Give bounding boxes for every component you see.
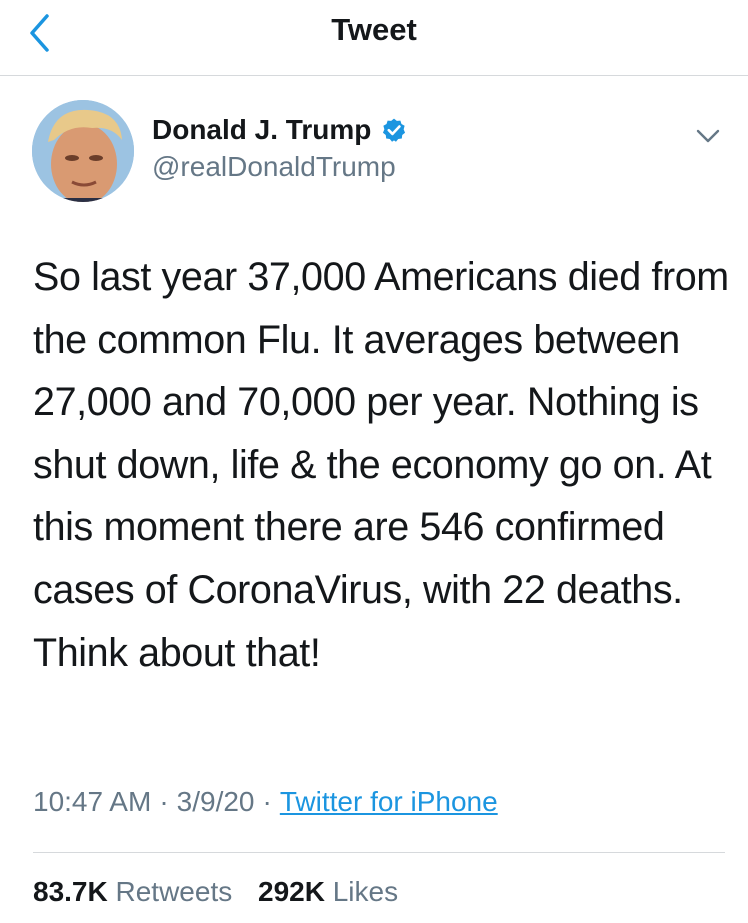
tweet-source-link[interactable]: Twitter for iPhone [280, 786, 498, 817]
verified-badge-icon [383, 118, 406, 142]
likes-count: 292K [258, 876, 325, 907]
likes-stat[interactable]: 292K Likes [258, 876, 398, 907]
avatar-image [32, 100, 134, 202]
tweet-date: 3/9/20 [176, 786, 255, 817]
tweet-text: So last year 37,000 Americans died from … [33, 255, 729, 675]
tweet-stats: 83.7K Retweets 292K Likes [33, 876, 398, 908]
retweets-stat[interactable]: 83.7K Retweets [33, 876, 240, 907]
top-bar: Tweet [0, 0, 748, 76]
author-name[interactable]: Donald J. Trump [152, 114, 407, 146]
tweet-menu-button[interactable] [690, 118, 726, 154]
tweet-meta: 10:47 AM · 3/9/20 · Twitter for iPhone [33, 786, 498, 818]
meta-separator: · [159, 786, 169, 817]
avatar[interactable] [32, 100, 134, 202]
page-title: Tweet [331, 12, 417, 47]
tweet-time: 10:47 AM [33, 786, 152, 817]
author-handle[interactable]: @realDonaldTrump [152, 151, 396, 183]
retweets-count: 83.7K [33, 876, 108, 907]
likes-label: Likes [332, 876, 399, 907]
chevron-down-icon [696, 129, 720, 143]
author-name-text: Donald J. Trump [152, 114, 372, 145]
divider [33, 852, 725, 853]
retweets-label: Retweets [115, 876, 233, 907]
meta-separator: · [262, 786, 272, 817]
